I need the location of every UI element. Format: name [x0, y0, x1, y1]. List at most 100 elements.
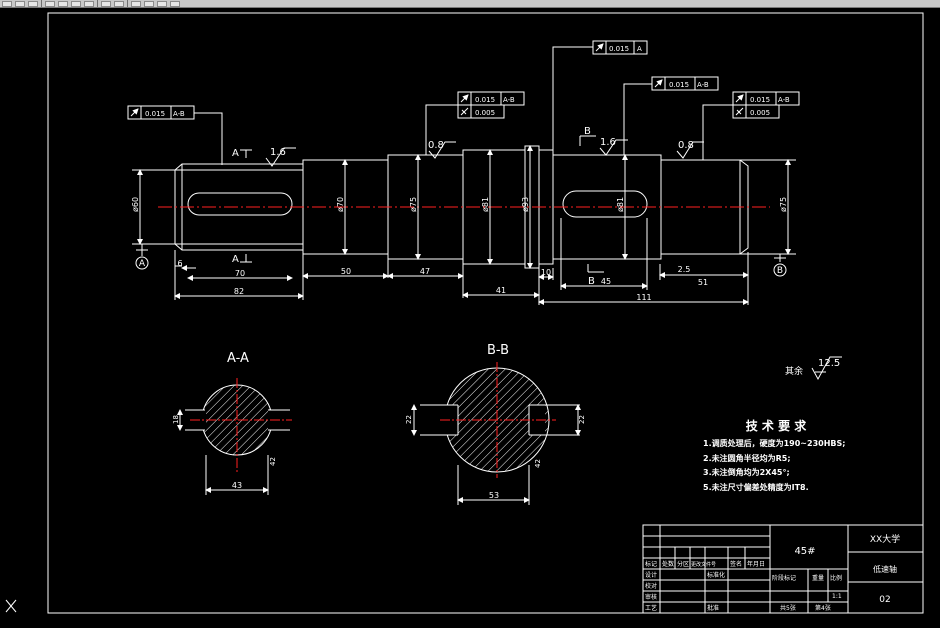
pan-icon[interactable] [131, 0, 141, 7]
tb-scale-label: 比例 [830, 574, 842, 582]
gdt5a-value: 0.015 [750, 96, 770, 104]
datum-a: A [139, 259, 146, 269]
tech-title: 技 术 要 求 [746, 418, 808, 433]
tb-cell: 分区 [677, 560, 689, 568]
roughness-r2: 0.8 [428, 140, 444, 151]
dim-l41: 41 [496, 286, 506, 295]
section-aa-width: 43 [232, 481, 242, 490]
section-cut-marks [240, 135, 604, 273]
dim-d93: ø93 [521, 197, 530, 212]
roughness-r3: 1.6 [600, 137, 616, 148]
dim-l51: 51 [698, 278, 708, 287]
gdt3-datum: A [637, 45, 642, 53]
tb-drawing-no: 02 [879, 595, 890, 605]
tb-weight-label: 重量 [812, 574, 824, 582]
section-aa: A-A 43 18 42 [172, 351, 292, 495]
dim-d70: ø70 [336, 197, 345, 212]
tb-cell: 审核 [645, 593, 657, 601]
gdt3-value: 0.015 [609, 45, 629, 53]
tb-cell: 批准 [707, 604, 719, 612]
section-bb-width: 53 [489, 491, 499, 500]
tb-part-name: 低速轴 [873, 564, 897, 574]
open-icon[interactable] [15, 0, 25, 7]
gdt-frames [127, 40, 800, 165]
gdt2a-value: 0.015 [475, 96, 495, 104]
toolbar-separator [41, 0, 42, 7]
redo-icon[interactable] [114, 0, 124, 7]
section-aa-title: A-A [227, 351, 249, 366]
section-mark-a-bot: A [232, 254, 239, 265]
drawing-canvas[interactable]: ø60 ø70 ø75 ø81 ø93 ø81 ø75 6 70 82 50 4… [0, 8, 940, 628]
paste-icon[interactable] [84, 0, 94, 7]
section-bb-height-left: 22 [405, 415, 413, 424]
new-icon[interactable] [2, 0, 12, 7]
ucs-icon [5, 599, 17, 613]
title-block-text: 标记 处数 分区 更改文件号 签名 年月日 设计 标准化 校对 审核 工艺 批准… [645, 533, 900, 612]
tb-stage-label: 阶段标记 [772, 574, 796, 582]
tb-cell: 标记 [645, 560, 657, 568]
gdt4-datum: A-B [697, 81, 709, 89]
roughness-r1: 1.6 [270, 147, 286, 158]
technical-requirements: 技 术 要 求 1.调质处理后，硬度为190~230HBS; 2.未注圆角半径均… [703, 418, 845, 492]
section-mark-b-top: B [584, 126, 591, 137]
section-bb-height-right: 22 [578, 415, 586, 424]
tb-sheet-no: 第4张 [815, 604, 831, 612]
section-aa-height: 18 [172, 415, 180, 424]
dim-d75a: ø75 [409, 197, 418, 212]
properties-icon[interactable] [157, 0, 167, 7]
tech-item: 3.未注倒角均为2X45°; [703, 467, 790, 477]
toolbar-separator [127, 0, 128, 7]
dim-l50: 50 [341, 267, 351, 276]
dim-l25: 2.5 [678, 265, 691, 274]
section-bb-depth: 42 [534, 459, 542, 468]
gdt1-value: 0.015 [145, 110, 165, 118]
gdt1-datum: A-B [173, 110, 185, 118]
tb-cell: 签名 [730, 560, 742, 568]
section-bb-title: B-B [487, 343, 509, 358]
tb-scale-value: 1:1 [832, 593, 842, 600]
zoom-icon[interactable] [144, 0, 154, 7]
section-mark-a-top: A [232, 148, 239, 159]
undo-icon[interactable] [101, 0, 111, 7]
tb-sheet-total: 共5张 [780, 604, 796, 612]
dim-d60: ø60 [131, 197, 140, 212]
section-bb: B-B 53 22 22 42 [405, 343, 586, 505]
tech-item: 5.未注尺寸偏差处精度为IT8. [703, 482, 809, 492]
dim-l111: 111 [636, 293, 651, 302]
tb-cell: 标准化 [707, 571, 725, 579]
print-icon[interactable] [45, 0, 55, 7]
dim-l10: 10 [541, 268, 551, 277]
tb-cell: 处数 [662, 560, 674, 568]
tb-cell: 工艺 [645, 604, 657, 612]
tech-item: 1.调质处理后，硬度为190~230HBS; [703, 438, 845, 448]
tb-material: 45# [794, 546, 815, 557]
dim-d75b: ø75 [779, 197, 788, 212]
roughness-rest-value: 12.5 [818, 358, 840, 369]
toolbar-separator [97, 0, 98, 7]
roughness-r4: 0.8 [678, 140, 694, 151]
toolbar [0, 0, 940, 8]
roughness-rest-label: 其余 [785, 365, 803, 377]
dim-l70: 70 [235, 269, 245, 278]
dim-l6: 6 [177, 259, 182, 268]
section-aa-depth: 42 [269, 457, 277, 466]
section-mark-b-bot: B [588, 276, 595, 287]
gdt2a-datum: A-B [503, 96, 515, 104]
tb-cell: 更改文件号 [691, 561, 716, 568]
layer-icon[interactable] [170, 0, 180, 7]
dim-l82: 82 [234, 287, 244, 296]
copy-icon[interactable] [71, 0, 81, 7]
gdt2b-value: 0.005 [475, 109, 495, 117]
dim-l45: 45 [601, 277, 611, 286]
gdt4-value: 0.015 [669, 81, 689, 89]
datum-b: B [777, 266, 783, 276]
dim-d81b: ø81 [616, 197, 625, 212]
tb-school: XX大学 [870, 533, 900, 545]
tb-cell: 年月日 [747, 560, 765, 568]
tb-cell: 校对 [645, 582, 657, 590]
save-icon[interactable] [28, 0, 38, 7]
dim-l47: 47 [420, 267, 430, 276]
dim-d81a: ø81 [481, 197, 490, 212]
cut-icon[interactable] [58, 0, 68, 7]
gdt5b-value: 0.005 [750, 109, 770, 117]
